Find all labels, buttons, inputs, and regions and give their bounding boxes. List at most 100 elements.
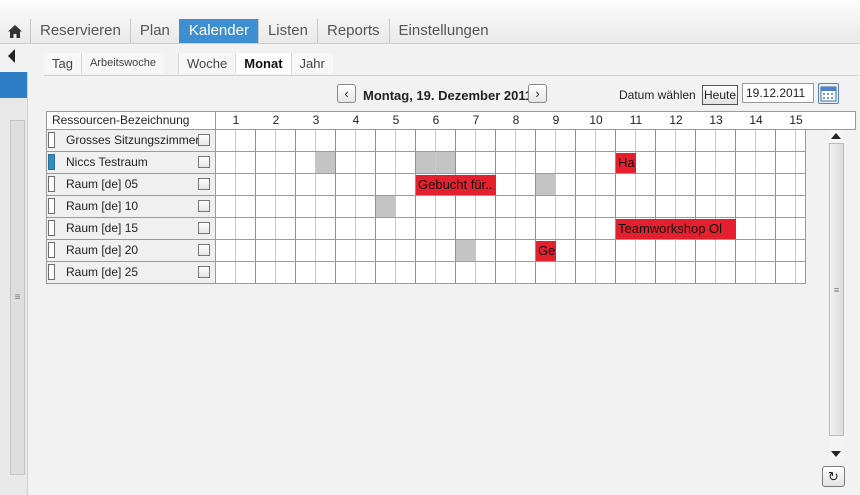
time-slot[interactable] (296, 262, 316, 283)
time-slot[interactable] (496, 130, 516, 151)
time-slot[interactable] (516, 196, 536, 217)
nav-tab-2[interactable]: Kalender (178, 19, 258, 43)
time-slot[interactable] (536, 262, 556, 283)
time-slot[interactable] (636, 262, 656, 283)
time-slot[interactable] (516, 152, 536, 173)
time-slot[interactable] (776, 218, 796, 239)
resource-checkbox[interactable] (198, 134, 210, 146)
resource-row[interactable]: Raum [de] 10 (47, 196, 805, 218)
scroll-down-icon[interactable] (831, 451, 841, 457)
time-slot[interactable] (396, 262, 416, 283)
view-tab-0[interactable]: Tag (44, 53, 81, 74)
booking-event[interactable]: Gebucht für.. (416, 175, 496, 195)
time-slot[interactable] (596, 218, 616, 239)
time-slot[interactable] (356, 196, 376, 217)
time-slot[interactable] (596, 152, 616, 173)
time-slot[interactable] (736, 130, 756, 151)
resource-checkbox[interactable] (198, 266, 210, 278)
time-slot[interactable] (536, 152, 556, 173)
time-slot[interactable] (576, 240, 596, 261)
time-slot[interactable] (476, 262, 496, 283)
time-slot[interactable] (776, 262, 796, 283)
time-slot[interactable] (596, 174, 616, 195)
resource-row[interactable]: Raum [de] 05 Gebucht für.. (47, 174, 805, 196)
time-slot[interactable] (256, 196, 276, 217)
time-slot[interactable] (376, 240, 396, 261)
time-slot[interactable] (536, 130, 556, 151)
time-slot[interactable] (656, 240, 676, 261)
time-slot[interactable] (716, 174, 736, 195)
time-slot[interactable] (676, 152, 696, 173)
time-slot[interactable] (396, 174, 416, 195)
time-slot[interactable] (636, 152, 656, 173)
time-slot[interactable] (476, 130, 496, 151)
time-slot[interactable] (736, 262, 756, 283)
time-slot[interactable] (736, 152, 756, 173)
time-slot[interactable] (416, 218, 436, 239)
time-slot[interactable] (736, 218, 756, 239)
time-slot[interactable] (556, 262, 576, 283)
time-slot[interactable] (696, 240, 716, 261)
time-slot[interactable] (296, 130, 316, 151)
time-slot[interactable] (576, 174, 596, 195)
time-slot[interactable] (256, 262, 276, 283)
time-slot[interactable] (436, 130, 456, 151)
previous-date-button[interactable]: ‹ (337, 84, 356, 103)
time-slot[interactable] (776, 152, 796, 173)
time-slot[interactable] (516, 130, 536, 151)
time-slot[interactable] (236, 196, 256, 217)
time-slot[interactable] (756, 152, 776, 173)
time-slot[interactable] (556, 130, 576, 151)
time-slot[interactable] (536, 196, 556, 217)
time-slot[interactable] (716, 240, 736, 261)
view-tab-2[interactable]: Woche (178, 53, 236, 74)
time-slot[interactable] (676, 196, 696, 217)
time-slot[interactable] (476, 240, 496, 261)
time-slot[interactable] (496, 196, 516, 217)
time-slot[interactable] (256, 174, 276, 195)
row-selection-marker[interactable] (48, 242, 55, 258)
time-slot[interactable] (216, 130, 236, 151)
time-slot[interactable] (456, 218, 476, 239)
time-slot[interactable] (396, 130, 416, 151)
time-slot[interactable] (716, 130, 736, 151)
time-slot[interactable] (436, 218, 456, 239)
nav-tab-1[interactable]: Plan (129, 19, 179, 43)
time-slot[interactable] (716, 262, 736, 283)
row-selection-marker[interactable] (48, 264, 55, 280)
time-slot[interactable] (496, 240, 516, 261)
time-slot[interactable] (696, 152, 716, 173)
time-slot[interactable] (476, 218, 496, 239)
time-slot[interactable] (756, 262, 776, 283)
time-slot[interactable] (436, 240, 456, 261)
time-slot[interactable] (216, 174, 236, 195)
time-slot[interactable] (416, 130, 436, 151)
time-slot[interactable] (596, 196, 616, 217)
time-slot[interactable] (316, 130, 336, 151)
time-slot[interactable] (296, 152, 316, 173)
time-slot[interactable] (296, 240, 316, 261)
time-slot[interactable] (496, 218, 516, 239)
time-slot[interactable] (676, 262, 696, 283)
time-slot[interactable] (296, 196, 316, 217)
time-slot[interactable] (676, 174, 696, 195)
time-slot[interactable] (476, 152, 496, 173)
time-slot[interactable] (336, 130, 356, 151)
time-slot[interactable] (656, 262, 676, 283)
nav-tab-0[interactable]: Reservieren (30, 19, 130, 43)
busy-slot[interactable] (376, 196, 396, 217)
row-selection-marker[interactable] (48, 176, 55, 192)
time-slot[interactable] (576, 152, 596, 173)
sidebar-scrollbar[interactable]: ≡ (10, 120, 25, 475)
time-slot[interactable] (376, 262, 396, 283)
time-slot[interactable] (396, 240, 416, 261)
time-slot[interactable] (356, 174, 376, 195)
busy-slot[interactable] (316, 152, 336, 173)
booking-event[interactable]: Ge (536, 241, 556, 261)
time-slot[interactable] (396, 152, 416, 173)
time-slot[interactable] (696, 262, 716, 283)
time-slot[interactable] (316, 174, 336, 195)
time-slot[interactable] (736, 240, 756, 261)
time-slot[interactable] (236, 218, 256, 239)
scroll-up-icon[interactable] (831, 133, 841, 139)
